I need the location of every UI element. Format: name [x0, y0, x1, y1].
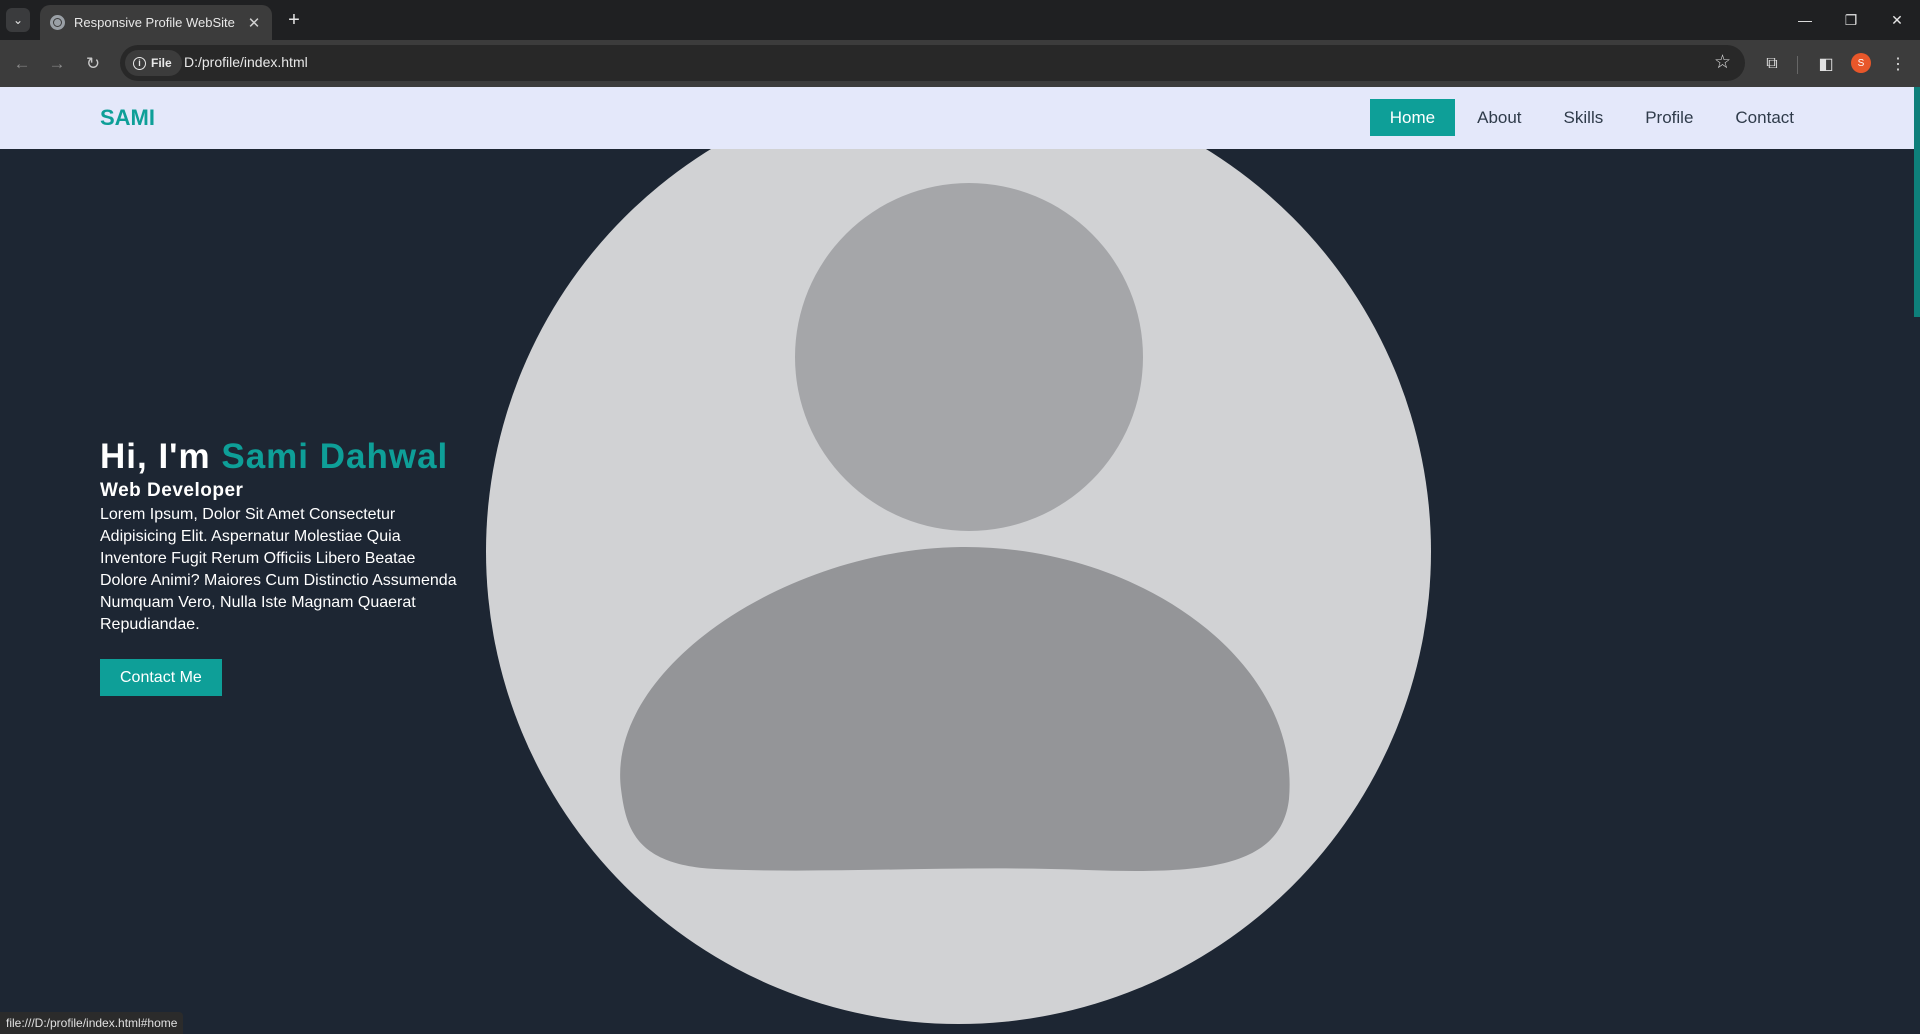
forward-icon[interactable]: → — [43, 50, 71, 78]
star-icon[interactable]: ☆ — [1714, 51, 1731, 74]
address-bar[interactable]: i File D:/profile/index.html ☆ — [120, 45, 1745, 81]
nav-skills[interactable]: Skills — [1544, 99, 1624, 136]
scrollbar-thumb[interactable] — [1914, 87, 1920, 317]
hero-greeting: Hi, I'm — [100, 437, 211, 476]
close-icon[interactable]: ✕ — [244, 13, 264, 33]
security-chip-label: File — [151, 56, 172, 70]
site-info-chip[interactable]: i File — [125, 50, 182, 76]
side-panel-icon[interactable]: ◧ — [1815, 53, 1837, 75]
extensions-icon[interactable]: ⧉ — [1761, 53, 1783, 75]
contact-me-button[interactable]: Contact Me — [100, 659, 222, 696]
profile-avatar[interactable]: S — [1851, 53, 1871, 73]
site-header: SAMI Home About Skills Profile Contact — [0, 87, 1914, 149]
toolbar-divider — [1797, 56, 1798, 74]
site-logo[interactable]: SAMI — [100, 105, 155, 131]
globe-icon — [50, 15, 65, 30]
page-scrollbar[interactable] — [1914, 87, 1920, 1034]
tab-title: Responsive Profile WebSite — [74, 15, 235, 30]
tab-search-icon[interactable]: ⌄ — [6, 8, 30, 32]
window-close-icon[interactable]: ✕ — [1874, 0, 1920, 40]
nav-home[interactable]: Home — [1369, 99, 1456, 136]
minimize-icon[interactable]: — — [1782, 0, 1828, 40]
nav-profile[interactable]: Profile — [1625, 99, 1713, 136]
web-page: SAMI Home About Skills Profile Contact H… — [0, 87, 1920, 1034]
hero-title: Hi, I'm Sami Dahwal — [100, 437, 460, 477]
plus-icon[interactable]: + — [282, 8, 306, 32]
main-nav: Home About Skills Profile Contact — [1368, 99, 1814, 136]
browser-toolbar: ← → ↻ i File D:/profile/index.html ☆ ⧉ ◧… — [0, 40, 1920, 87]
avatar-head — [795, 183, 1143, 531]
hero-name: Sami Dahwal — [221, 437, 449, 476]
reload-icon[interactable]: ↻ — [79, 50, 107, 78]
hero-role: Web Developer — [100, 480, 244, 501]
url-text[interactable]: D:/profile/index.html — [184, 54, 308, 70]
back-icon[interactable]: ← — [8, 50, 36, 78]
profile-avatar-image — [486, 87, 1431, 1024]
browser-titlebar: ⌄ Responsive Profile WebSite ✕ + — ❐ ✕ — [0, 0, 1920, 40]
hero-content: Hi, I'm Sami Dahwal Web Developer Lorem … — [100, 437, 460, 696]
hero-description: Lorem Ipsum, Dolor Sit Amet Consectetur … — [100, 506, 457, 633]
status-url: file:///D:/profile/index.html#home — [0, 1012, 184, 1034]
menu-icon[interactable]: ⋮ — [1887, 53, 1909, 75]
info-icon: i — [133, 56, 146, 70]
nav-about[interactable]: About — [1457, 99, 1541, 136]
restore-icon[interactable]: ❐ — [1828, 0, 1874, 40]
browser-tab[interactable]: Responsive Profile WebSite ✕ — [40, 5, 272, 40]
nav-contact[interactable]: Contact — [1715, 99, 1814, 136]
